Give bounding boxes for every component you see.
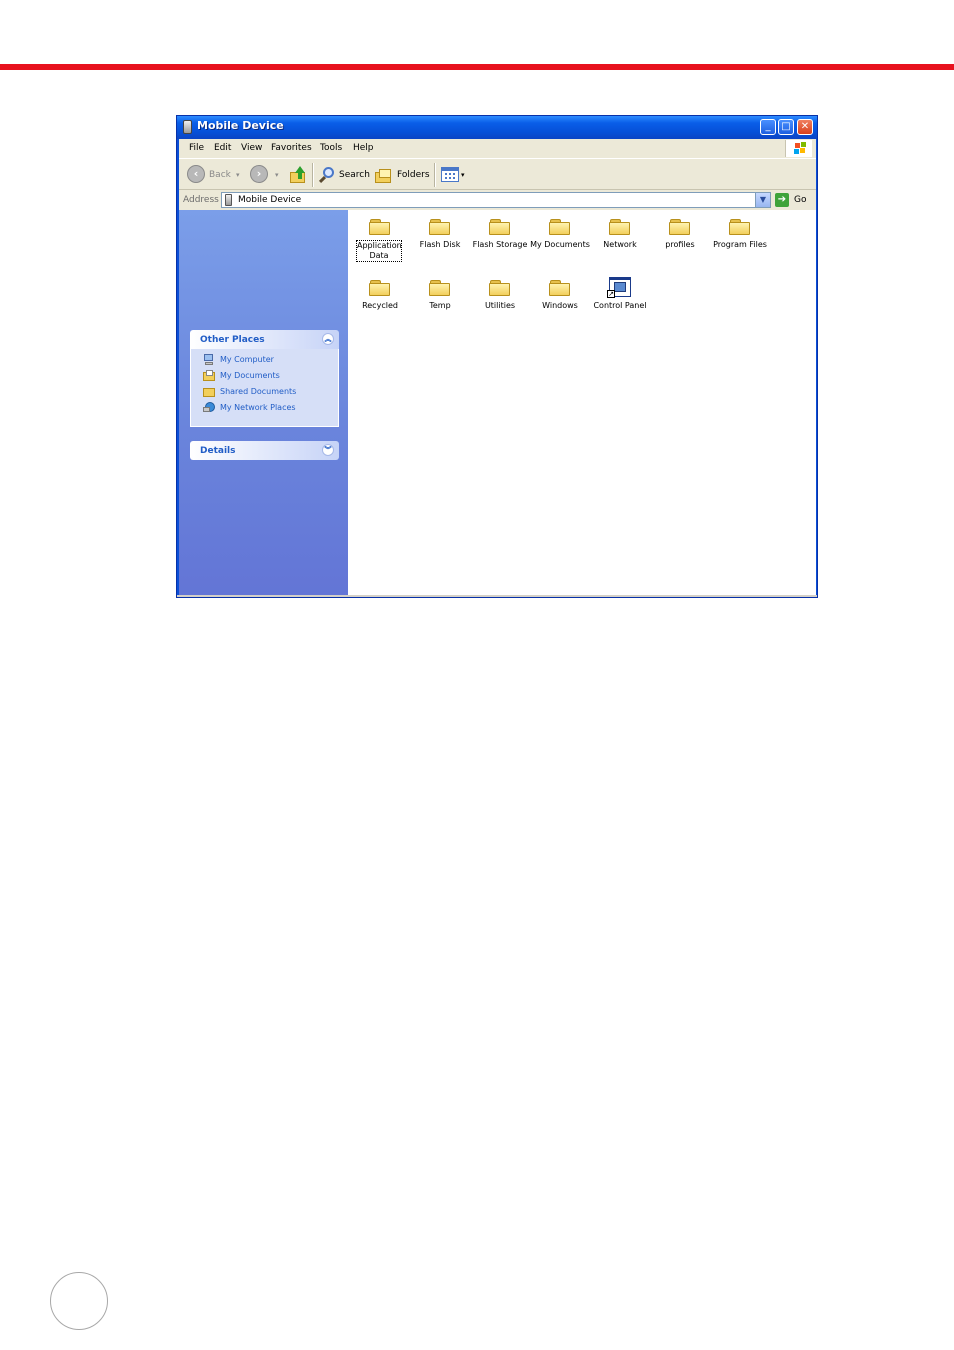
folder-item-application-data[interactable]: Application Data xyxy=(348,214,412,270)
folder-icon xyxy=(489,279,511,297)
folder-item-temp[interactable]: Temp xyxy=(408,275,472,331)
address-bar: Address Mobile Device ▼ ➔ Go xyxy=(179,190,816,210)
folder-label: Recycled xyxy=(362,301,398,310)
other-places-header[interactable]: Other Places ︽ xyxy=(190,330,339,349)
search-label[interactable]: Search xyxy=(339,170,370,180)
folder-icon xyxy=(609,218,631,236)
toolbar-separator xyxy=(434,163,436,187)
menu-tools[interactable]: Tools xyxy=(320,143,342,153)
title-bar[interactable]: Mobile Device _ □ ✕ xyxy=(177,116,817,139)
menu-view[interactable]: View xyxy=(241,143,262,153)
file-list: Application Data Flash Disk Flash Storag… xyxy=(348,210,816,595)
folder-item-flash-disk[interactable]: Flash Disk xyxy=(408,214,472,270)
shortcut-item-control-panel[interactable]: ↗ Control Panel xyxy=(588,275,652,331)
other-places-item-label: My Documents xyxy=(220,371,280,380)
minimize-button[interactable]: _ xyxy=(760,119,776,135)
go-arrow-icon[interactable]: ➔ xyxy=(775,193,789,207)
menu-file[interactable]: File xyxy=(189,143,204,153)
window-title: Mobile Device xyxy=(197,119,284,132)
task-pane: Other Places ︽ My Computer My Documents xyxy=(179,210,348,595)
my-computer-icon xyxy=(203,354,215,365)
folder-icon xyxy=(369,218,391,236)
forward-arrow-icon[interactable]: › xyxy=(250,165,268,183)
my-documents-icon xyxy=(203,370,215,381)
folder-label: Program Files xyxy=(713,240,767,249)
maximize-button[interactable]: □ xyxy=(778,119,794,135)
menu-help[interactable]: Help xyxy=(353,143,374,153)
address-label: Address xyxy=(183,195,219,205)
shortcut-label: Control Panel xyxy=(593,301,647,310)
address-value[interactable]: Mobile Device xyxy=(238,195,301,205)
up-folder-icon[interactable] xyxy=(289,166,307,184)
views-dropdown-icon[interactable]: ▾ xyxy=(461,171,465,179)
control-panel-shortcut-icon: ↗ xyxy=(607,277,631,299)
collapse-chevron-icon[interactable]: ︽ xyxy=(322,333,334,345)
folder-label: My Documents xyxy=(530,240,590,249)
folder-icon xyxy=(549,218,571,236)
details-header[interactable]: Details ︾ xyxy=(190,441,339,460)
folder-item-utilities[interactable]: Utilities xyxy=(468,275,532,331)
folder-label: Application Data xyxy=(356,240,402,262)
go-label[interactable]: Go xyxy=(794,195,806,205)
folder-label: Utilities xyxy=(484,301,516,310)
page-number-circle xyxy=(50,1272,108,1330)
menu-favorites[interactable]: Favorites xyxy=(271,143,312,153)
folder-item-program-files[interactable]: Program Files xyxy=(708,214,772,270)
page-header-rule xyxy=(0,64,954,70)
menu-edit[interactable]: Edit xyxy=(214,143,231,153)
details-title: Details xyxy=(200,446,236,456)
folder-icon xyxy=(489,218,511,236)
folder-item-flash-storage[interactable]: Flash Storage xyxy=(468,214,532,270)
folder-label: Temp xyxy=(429,301,451,310)
views-icon[interactable] xyxy=(441,167,459,182)
folder-label: Flash Disk xyxy=(419,240,461,249)
toolbar-separator xyxy=(312,163,314,187)
mobile-device-icon xyxy=(225,194,232,206)
other-places-item-label: My Computer xyxy=(220,355,274,364)
other-places-title: Other Places xyxy=(200,335,265,345)
folder-label: Windows xyxy=(542,301,578,310)
folder-label: profiles xyxy=(665,240,695,249)
folder-icon xyxy=(669,218,691,236)
close-button[interactable]: ✕ xyxy=(797,119,813,135)
folder-label: Flash Storage xyxy=(472,240,528,249)
folder-item-windows[interactable]: Windows xyxy=(528,275,592,331)
folder-label: Network xyxy=(603,240,637,249)
folder-icon xyxy=(729,218,751,236)
chevron-down-icon[interactable]: ▼ xyxy=(755,193,770,207)
other-places-item-label: Shared Documents xyxy=(220,387,297,396)
folder-icon xyxy=(429,218,451,236)
folder-icon xyxy=(429,279,451,297)
status-bar xyxy=(177,595,817,597)
forward-dropdown-icon[interactable]: ▾ xyxy=(275,171,279,179)
windows-logo-icon xyxy=(785,140,812,157)
standard-toolbar: ‹ Back ▾ › ▾ Search Folders ▾ xyxy=(179,158,816,190)
search-icon[interactable] xyxy=(318,167,337,185)
folder-item-profiles[interactable]: profiles xyxy=(648,214,712,270)
explorer-window: Mobile Device _ □ ✕ File Edit View Favor… xyxy=(176,115,818,598)
address-field[interactable]: Mobile Device ▼ xyxy=(221,192,771,208)
menu-bar: File Edit View Favorites Tools Help xyxy=(179,139,816,158)
other-places-item-label: My Network Places xyxy=(220,403,296,412)
folder-icon xyxy=(549,279,571,297)
expand-chevron-icon[interactable]: ︾ xyxy=(322,444,334,456)
other-places-panel: My Computer My Documents Shared Document… xyxy=(190,349,339,427)
folder-item-my-documents[interactable]: My Documents xyxy=(528,214,592,270)
folder-icon xyxy=(369,279,391,297)
folder-item-network[interactable]: Network xyxy=(588,214,652,270)
back-dropdown-icon[interactable]: ▾ xyxy=(236,171,240,179)
mobile-device-icon xyxy=(183,120,192,134)
network-places-icon xyxy=(203,402,215,413)
back-label[interactable]: Back xyxy=(209,170,231,180)
shared-folder-icon xyxy=(203,386,215,397)
back-arrow-icon[interactable]: ‹ xyxy=(187,165,205,183)
folders-label[interactable]: Folders xyxy=(397,170,430,180)
folders-icon[interactable] xyxy=(375,168,393,184)
folder-item-recycled[interactable]: Recycled xyxy=(348,275,412,331)
